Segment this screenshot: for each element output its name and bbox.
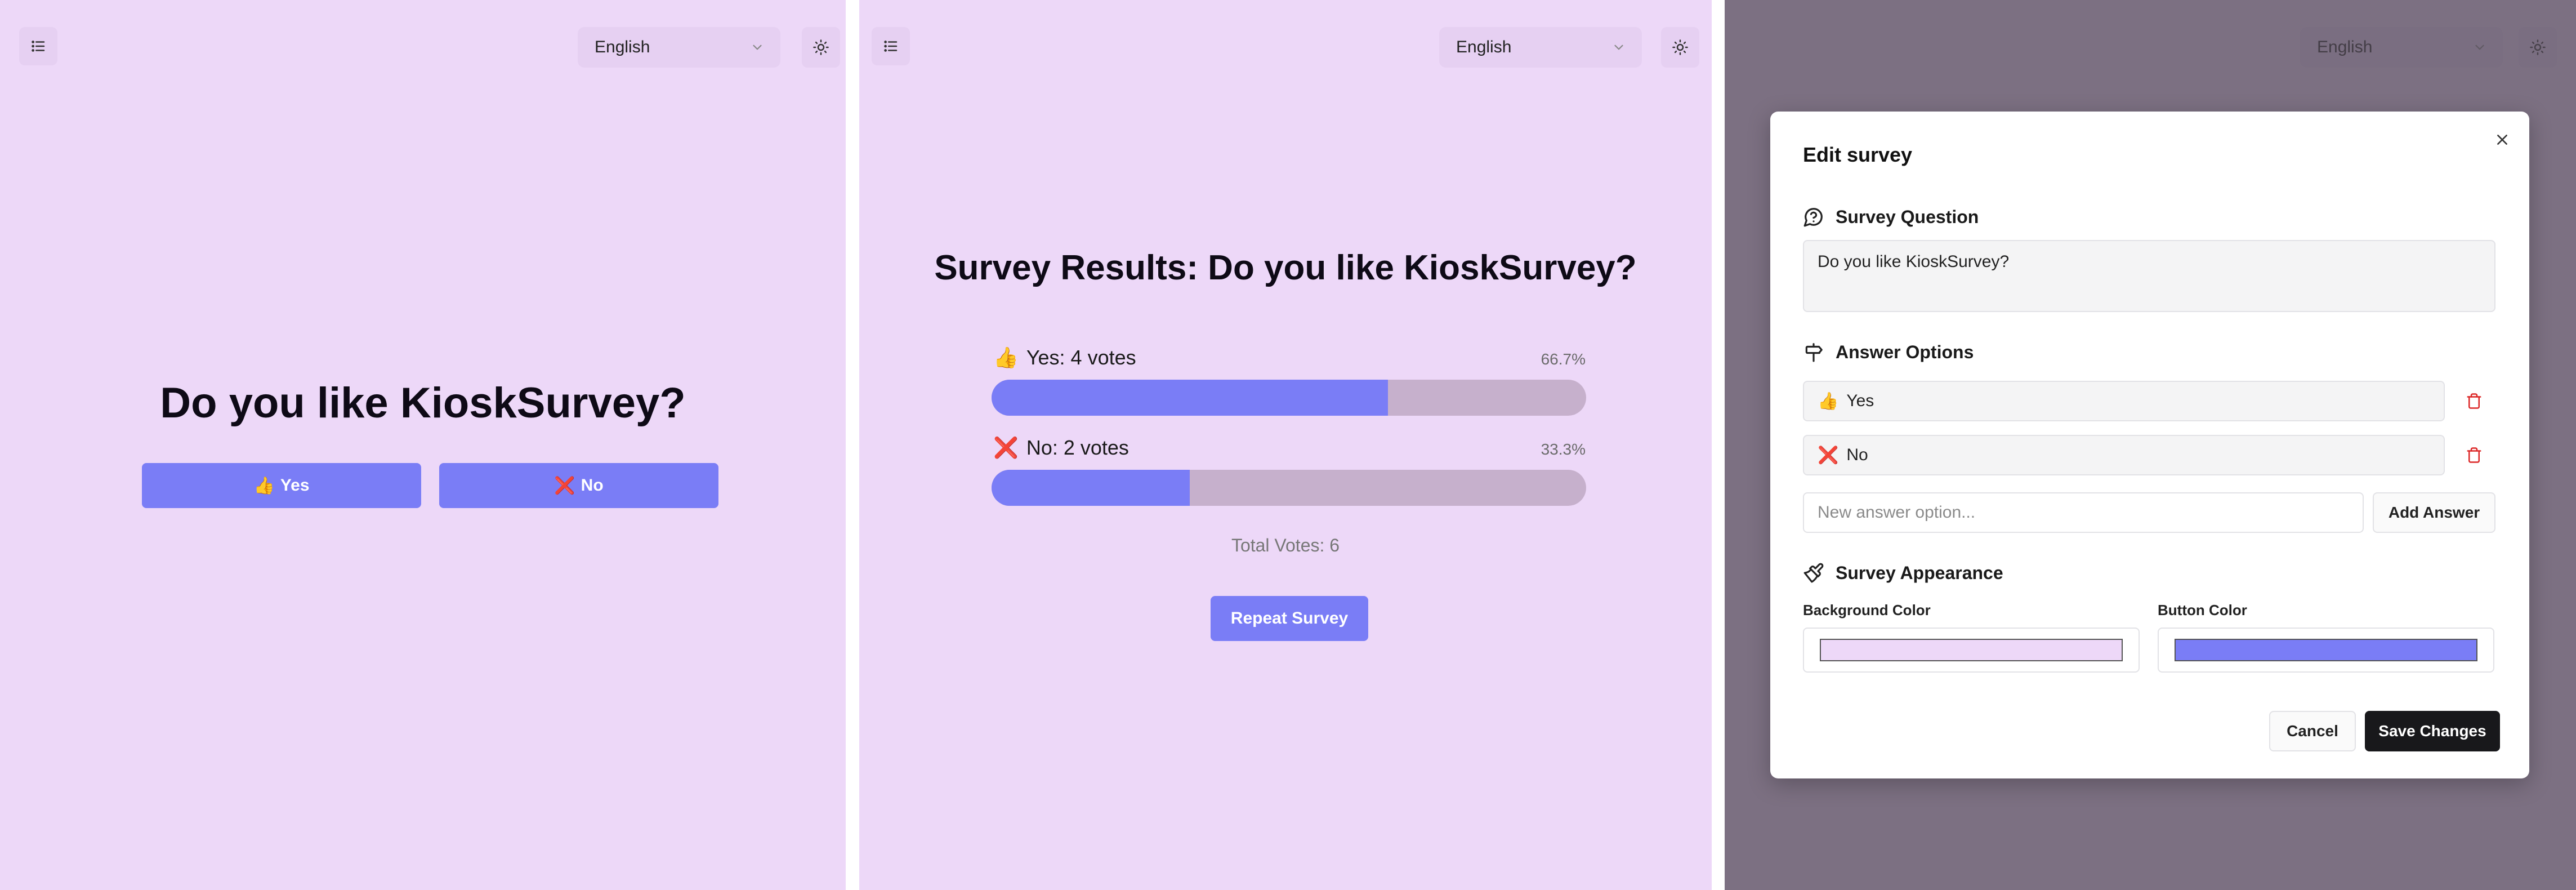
result-percent-yes: 66.7% — [1541, 350, 1586, 368]
new-answer-input[interactable] — [1803, 492, 2364, 533]
section-label: Survey Question — [1836, 206, 1979, 227]
list-icon — [32, 41, 45, 52]
repeat-survey-button[interactable]: Repeat Survey — [1211, 596, 1368, 641]
result-bar-fill-yes — [992, 380, 1389, 416]
answer-option-label: No — [1846, 446, 1868, 464]
add-answer-button[interactable]: Add Answer — [2373, 492, 2495, 533]
survey-question-section: Survey Question — [1803, 206, 1979, 228]
section-label: Survey Appearance — [1836, 562, 2003, 583]
button-color-swatch — [2175, 639, 2477, 661]
close-button[interactable] — [2491, 128, 2514, 151]
theme-toggle-button[interactable] — [1661, 27, 1699, 68]
question-value: Do you like KioskSurvey? — [1818, 252, 2010, 271]
chevron-down-icon — [753, 44, 762, 50]
theme-toggle-button[interactable] — [802, 27, 840, 68]
button-color-picker[interactable] — [2158, 628, 2494, 673]
delete-answer-button[interactable] — [2463, 444, 2485, 466]
survey-panel: English Do you like KioskSurvey? 👍 Yes ❌… — [0, 0, 846, 890]
results-panel: English Survey Results: Do you like Kios… — [859, 0, 1712, 890]
answer-option-input[interactable]: ❌ No — [1803, 435, 2445, 475]
language-select-value: English — [595, 38, 650, 56]
answer-button-no[interactable]: ❌ No — [439, 463, 718, 508]
result-emoji: ❌ — [993, 436, 1019, 459]
result-percent-no: 33.3% — [1541, 440, 1586, 458]
answer-emoji: 👍 — [253, 476, 275, 495]
result-bar-fill-no — [992, 470, 1190, 506]
list-icon — [884, 41, 898, 52]
result-emoji: 👍 — [993, 346, 1019, 369]
language-select[interactable]: English — [578, 27, 780, 68]
button-color-label: Button Color — [2158, 602, 2247, 618]
edit-panel: English Edit survey Survey Question Do y… — [1725, 0, 2576, 890]
result-text: Yes: 4 votes — [1026, 346, 1136, 369]
survey-question: Do you like KioskSurvey? — [160, 379, 686, 427]
background-color-swatch — [1820, 639, 2123, 661]
cancel-button[interactable]: Cancel — [2269, 711, 2356, 751]
trash-icon — [2467, 447, 2481, 463]
answer-button-yes[interactable]: 👍 Yes — [142, 463, 421, 508]
save-changes-button[interactable]: Save Changes — [2365, 711, 2500, 751]
result-label-no: ❌ No: 2 votes — [993, 436, 1129, 460]
survey-appearance-section: Survey Appearance — [1803, 562, 2003, 584]
language-select-value: English — [1456, 38, 1512, 56]
answer-option-emoji: ❌ — [1818, 446, 1839, 465]
edit-survey-dialog: Edit survey Survey Question Do you like … — [1770, 112, 2529, 778]
survey-question-textarea[interactable]: Do you like KioskSurvey? — [1803, 240, 2495, 312]
sun-icon — [813, 39, 829, 55]
language-select[interactable]: English — [1439, 27, 1642, 68]
answer-options-section: Answer Options — [1803, 341, 1974, 363]
sun-icon — [1672, 39, 1688, 55]
delete-answer-button[interactable] — [2463, 390, 2485, 412]
results-title: Survey Results: Do you like KioskSurvey? — [934, 248, 1637, 287]
result-text: No: 2 votes — [1026, 436, 1129, 459]
trash-icon — [2467, 393, 2481, 409]
answer-option-emoji: 👍 — [1818, 391, 1839, 411]
message-circle-question-icon — [1803, 208, 1823, 227]
result-label-yes: 👍 Yes: 4 votes — [993, 346, 1136, 370]
total-votes: Total Votes: 6 — [1231, 535, 1340, 555]
result-bar-yes — [992, 380, 1586, 416]
menu-button[interactable] — [19, 27, 57, 65]
dialog-title: Edit survey — [1803, 143, 1913, 166]
answer-option-input[interactable]: 👍 Yes — [1803, 381, 2445, 421]
paintbrush-icon — [1803, 563, 1824, 583]
background-color-label: Background Color — [1803, 602, 1931, 618]
result-bar-no — [992, 470, 1586, 506]
signpost-icon — [1805, 343, 1823, 362]
background-color-picker[interactable] — [1803, 628, 2140, 673]
section-label: Answer Options — [1836, 341, 1974, 362]
answer-label: No — [581, 476, 604, 495]
answer-label: Yes — [280, 476, 310, 495]
answer-option-label: Yes — [1846, 391, 1874, 410]
chevron-down-icon — [1614, 44, 1623, 50]
close-icon — [2497, 135, 2507, 145]
menu-button[interactable] — [872, 27, 910, 65]
answer-emoji: ❌ — [554, 476, 575, 495]
